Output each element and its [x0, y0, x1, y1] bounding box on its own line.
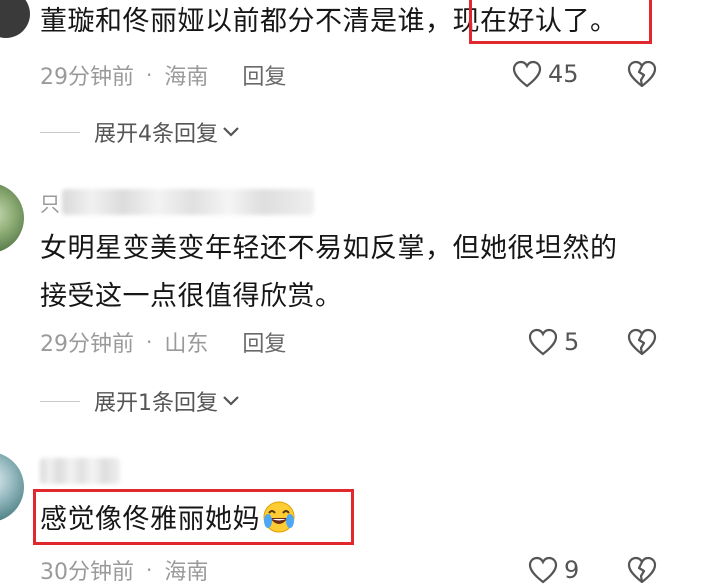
comment-text: 接受这一点很值得欣赏。 [40, 281, 343, 312]
avatar[interactable] [0, 452, 24, 522]
highlight-box [33, 489, 354, 545]
like-button[interactable]: 45 [512, 58, 579, 90]
comment-meta: 29分钟前 · 海南 回复 [40, 60, 286, 90]
username[interactable]: 只 [40, 188, 60, 217]
dislike-button[interactable] [627, 328, 657, 360]
username-blur[interactable] [40, 458, 120, 484]
expand-replies-label: 展开4条回复 [94, 122, 218, 147]
broken-heart-icon [627, 328, 657, 356]
timestamp: 29分钟前 [40, 332, 134, 357]
divider [40, 400, 80, 402]
separator: · [146, 558, 153, 582]
location: 海南 [164, 65, 209, 90]
reply-button[interactable]: 回复 [242, 326, 286, 358]
expand-replies[interactable]: 展开4条回复 [40, 118, 240, 147]
location: 海南 [164, 560, 209, 585]
heart-icon [528, 556, 558, 584]
comment-text: 女明星变美变年轻还不易如反掌，但她很坦然的 [40, 233, 618, 264]
timestamp: 29分钟前 [40, 65, 134, 90]
like-button[interactable]: 5 [528, 326, 579, 358]
like-count: 9 [564, 556, 580, 584]
like-button[interactable]: 9 [528, 554, 579, 586]
like-count: 5 [564, 328, 580, 356]
heart-icon [528, 328, 558, 356]
location: 山东 [164, 332, 209, 357]
avatar[interactable] [0, 183, 24, 253]
broken-heart-icon [627, 556, 657, 584]
dislike-button[interactable] [627, 556, 657, 588]
separator: · [146, 330, 153, 354]
expand-replies-label: 展开1条回复 [94, 391, 218, 416]
chevron-down-icon [223, 127, 239, 137]
separator: · [146, 63, 153, 87]
like-count: 45 [548, 60, 579, 88]
comment-meta: 30分钟前 · 海南 [40, 555, 208, 585]
expand-replies[interactable]: 展开1条回复 [40, 387, 240, 416]
divider [40, 131, 80, 133]
comment-text-part: 董璇和佟丽娅以前都分不清是谁， [40, 6, 453, 37]
highlight-box [469, 0, 652, 44]
chevron-down-icon [223, 396, 239, 406]
reply-button[interactable]: 回复 [242, 59, 286, 91]
timestamp: 30分钟前 [40, 560, 134, 585]
comment-meta: 29分钟前 · 山东 回复 [40, 327, 286, 357]
avatar[interactable] [0, 0, 30, 38]
broken-heart-icon [627, 60, 657, 88]
heart-icon [512, 60, 542, 88]
dislike-button[interactable] [627, 60, 657, 92]
username-blur [62, 189, 314, 215]
